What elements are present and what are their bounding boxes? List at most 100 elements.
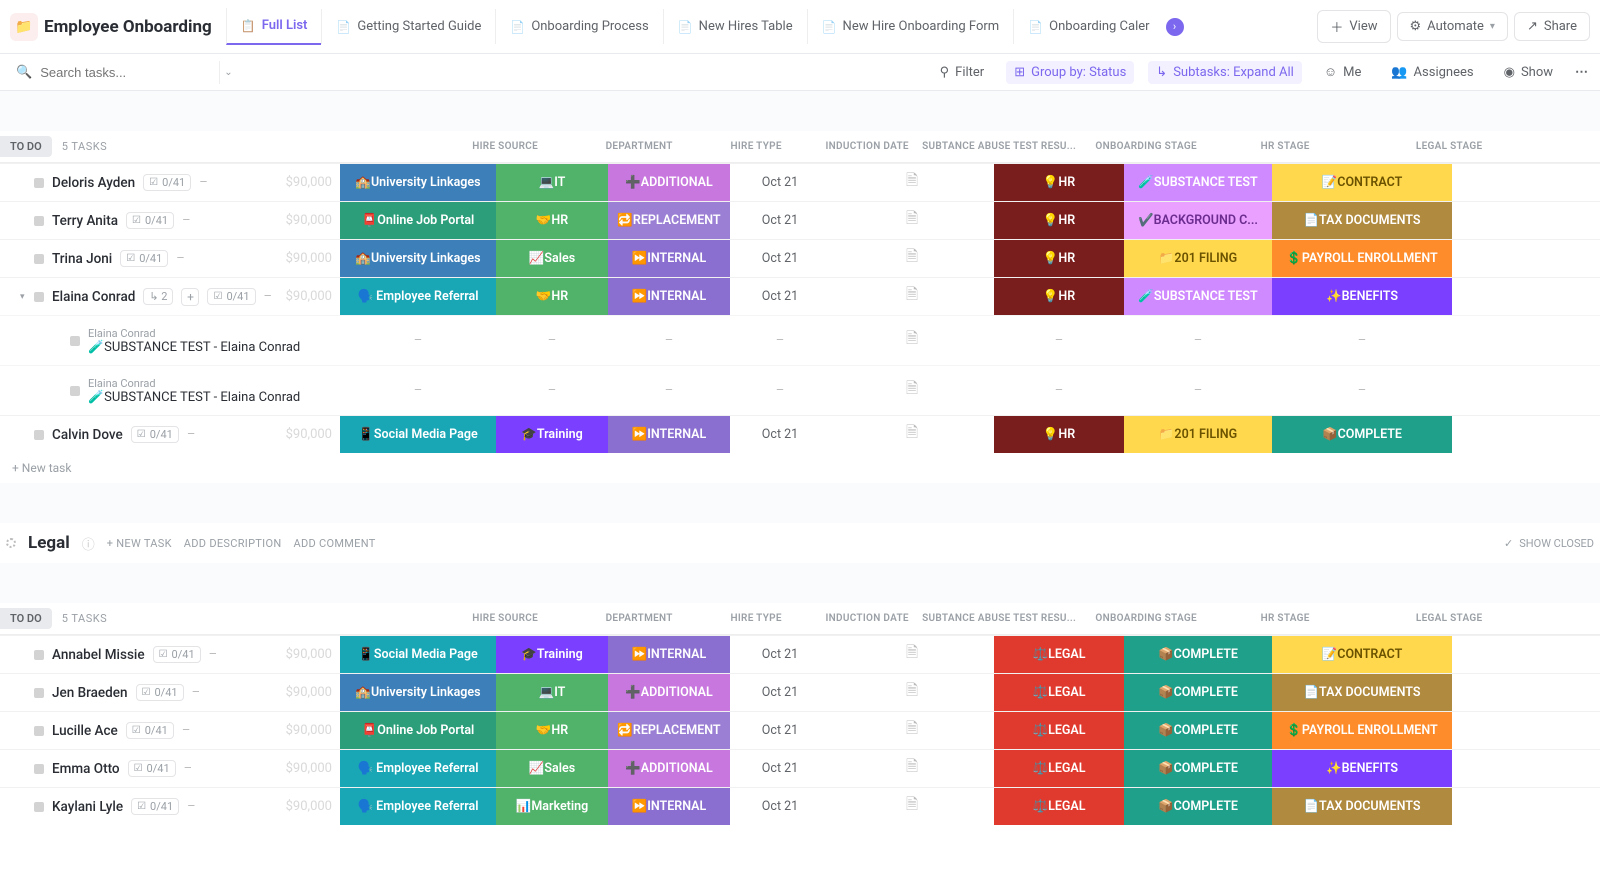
induction-date[interactable]: Oct 21: [762, 761, 798, 776]
hr-stage-tag[interactable]: 📦COMPLETE: [1124, 674, 1272, 711]
tab-full-list[interactable]: 📋Full List: [226, 8, 322, 45]
hr-stage-tag[interactable]: 🧪SUBSTANCE TEST: [1124, 164, 1272, 201]
assignee-placeholder[interactable]: –: [264, 289, 273, 304]
hire-source-tag[interactable]: 📮Online Job Portal: [340, 202, 496, 239]
status-square-icon[interactable]: [34, 178, 44, 188]
hire-type-tag[interactable]: ➕ADDITIONAL: [608, 164, 730, 201]
status-square-icon[interactable]: [70, 386, 80, 396]
document-icon[interactable]: 🗎: [906, 718, 918, 743]
assignee-placeholder[interactable]: –: [182, 213, 191, 228]
status-square-icon[interactable]: [34, 254, 44, 264]
onboarding-stage-tag[interactable]: 💡HR: [994, 278, 1124, 315]
col-hire-type[interactable]: HIRE TYPE: [695, 135, 817, 158]
status-square-icon[interactable]: [34, 650, 44, 660]
department-tag[interactable]: 🎓Training: [496, 636, 608, 673]
task-row[interactable]: Calvin Dove ☑0/41 – $90,000 📱Social Medi…: [0, 415, 1600, 453]
hire-type-tag[interactable]: ➕ADDITIONAL: [608, 750, 730, 787]
more-menu-icon[interactable]: ⋯: [1575, 65, 1590, 80]
subtask-count[interactable]: ↳ 2: [143, 288, 173, 305]
progress-badge[interactable]: ☑0/41: [207, 288, 255, 305]
progress-badge[interactable]: ☑0/41: [126, 722, 174, 739]
task-name[interactable]: Jen Braeden: [52, 685, 128, 701]
legal-stage-tag[interactable]: 💲PAYROLL ENROLLMENT: [1272, 240, 1452, 277]
onboarding-stage-tag[interactable]: 💡HR: [994, 240, 1124, 277]
hire-source-tag[interactable]: 🏫University Linkages: [340, 674, 496, 711]
search-box[interactable]: 🔍 ⌄: [10, 61, 220, 84]
legal-stage-tag[interactable]: 📄TAX DOCUMENTS: [1272, 674, 1452, 711]
collapse-icon[interactable]: ▾: [20, 292, 25, 302]
document-icon[interactable]: 🗎: [906, 680, 918, 705]
document-icon[interactable]: 🗎: [906, 642, 918, 667]
tab-onboarding-process[interactable]: 📄Onboarding Process: [495, 9, 662, 44]
department-tag[interactable]: 🎓Training: [496, 416, 608, 453]
tab-new-hire-onboarding-form[interactable]: 📄New Hire Onboarding Form: [807, 9, 1014, 44]
onboarding-stage-tag[interactable]: 💡HR: [994, 202, 1124, 239]
task-name[interactable]: Kaylani Lyle: [52, 799, 123, 815]
induction-date[interactable]: Oct 21: [762, 647, 798, 662]
chevron-down-icon[interactable]: ⌄: [224, 67, 232, 78]
assignee-placeholder[interactable]: –: [192, 685, 201, 700]
add-subtask-icon[interactable]: +: [181, 288, 199, 306]
assignee-placeholder[interactable]: –: [176, 251, 185, 266]
hire-type-tag[interactable]: 🔁REPLACEMENT: [608, 712, 730, 749]
hire-source-tag[interactable]: 🏫University Linkages: [340, 240, 496, 277]
status-square-icon[interactable]: [34, 726, 44, 736]
filter-button[interactable]: ⚲Filter: [932, 61, 993, 84]
show-closed-toggle[interactable]: ✓SHOW CLOSED: [1504, 537, 1594, 550]
legal-stage-tag[interactable]: 📄TAX DOCUMENTS: [1272, 202, 1452, 239]
hire-type-tag[interactable]: ⏩INTERNAL: [608, 788, 730, 825]
department-tag[interactable]: 🤝HR: [496, 278, 608, 315]
hire-source-tag[interactable]: 📱Social Media Page: [340, 636, 496, 673]
onboarding-stage-tag[interactable]: ⚖️LEGAL: [994, 712, 1124, 749]
document-icon[interactable]: 🗎: [906, 208, 918, 233]
hr-stage-tag[interactable]: 🧪SUBSTANCE TEST: [1124, 278, 1272, 315]
department-tag[interactable]: 💻IT: [496, 674, 608, 711]
document-icon[interactable]: 🗎: [906, 794, 918, 819]
col-department[interactable]: DEPARTMENT: [583, 135, 695, 158]
onboarding-stage-tag[interactable]: ⚖️LEGAL: [994, 636, 1124, 673]
assignees-button[interactable]: 👥Assignees: [1383, 61, 1481, 84]
onboarding-stage-tag[interactable]: ⚖️LEGAL: [994, 674, 1124, 711]
legal-stage-tag[interactable]: 📄TAX DOCUMENTS: [1272, 788, 1452, 825]
task-name[interactable]: Lucille Ace: [52, 723, 118, 739]
hire-source-tag[interactable]: 🏫University Linkages: [340, 164, 496, 201]
group-by-button[interactable]: ⊞Group by: Status: [1006, 61, 1134, 84]
assignee-placeholder[interactable]: –: [182, 723, 191, 738]
task-row[interactable]: Trina Joni ☑0/41 – $90,000 🏫University L…: [0, 239, 1600, 277]
document-icon[interactable]: 🗎: [906, 422, 918, 447]
department-tag[interactable]: 🤝HR: [496, 712, 608, 749]
document-icon[interactable]: 🗎: [906, 328, 918, 353]
task-name[interactable]: Emma Otto: [52, 761, 120, 777]
hr-stage-tag[interactable]: 📦COMPLETE: [1124, 750, 1272, 787]
status-badge[interactable]: TO DO: [0, 136, 52, 157]
status-circle-icon[interactable]: [6, 538, 16, 548]
subtask-title[interactable]: 🧪SUBSTANCE TEST - Elaina Conrad: [88, 390, 300, 405]
subtasks-button[interactable]: ↳Subtasks: Expand All: [1148, 61, 1302, 84]
assignee-placeholder[interactable]: –: [184, 761, 193, 776]
progress-badge[interactable]: ☑0/41: [136, 684, 184, 701]
induction-date[interactable]: Oct 21: [762, 213, 798, 228]
induction-date[interactable]: Oct 21: [762, 685, 798, 700]
hire-type-tag[interactable]: 🔁REPLACEMENT: [608, 202, 730, 239]
status-square-icon[interactable]: [34, 430, 44, 440]
hire-type-tag[interactable]: ➕ADDITIONAL: [608, 674, 730, 711]
department-tag[interactable]: 📊Marketing: [496, 788, 608, 825]
add-description-link[interactable]: ADD DESCRIPTION: [184, 537, 282, 550]
hire-source-tag[interactable]: 🗣️ Employee Referral: [340, 750, 496, 787]
task-row[interactable]: Deloris Ayden ☑0/41 – $90,000 🏫Universit…: [0, 163, 1600, 201]
induction-date[interactable]: Oct 21: [762, 723, 798, 738]
progress-badge[interactable]: ☑0/41: [143, 174, 191, 191]
automate-button[interactable]: ⚙ Automate ▾: [1397, 12, 1508, 41]
col-induction-date[interactable]: INDUCTION DATE: [817, 135, 917, 158]
hr-stage-tag[interactable]: 📁201 FILING: [1124, 416, 1272, 453]
status-square-icon[interactable]: [34, 764, 44, 774]
induction-date[interactable]: Oct 21: [762, 175, 798, 190]
status-badge[interactable]: TO DO: [0, 608, 52, 629]
progress-badge[interactable]: ☑0/41: [131, 798, 179, 815]
task-row[interactable]: Terry Anita ☑0/41 – $90,000 📮Online Job …: [0, 201, 1600, 239]
task-row[interactable]: ▾ Elaina Conrad ↳ 2+ ☑0/41 – $90,000 🗣️ …: [0, 277, 1600, 315]
tab-onboarding-caler[interactable]: 📄Onboarding Caler: [1013, 9, 1163, 44]
progress-badge[interactable]: ☑0/41: [153, 646, 201, 663]
task-name[interactable]: Calvin Dove: [52, 427, 123, 443]
progress-badge[interactable]: ☑0/41: [120, 250, 168, 267]
